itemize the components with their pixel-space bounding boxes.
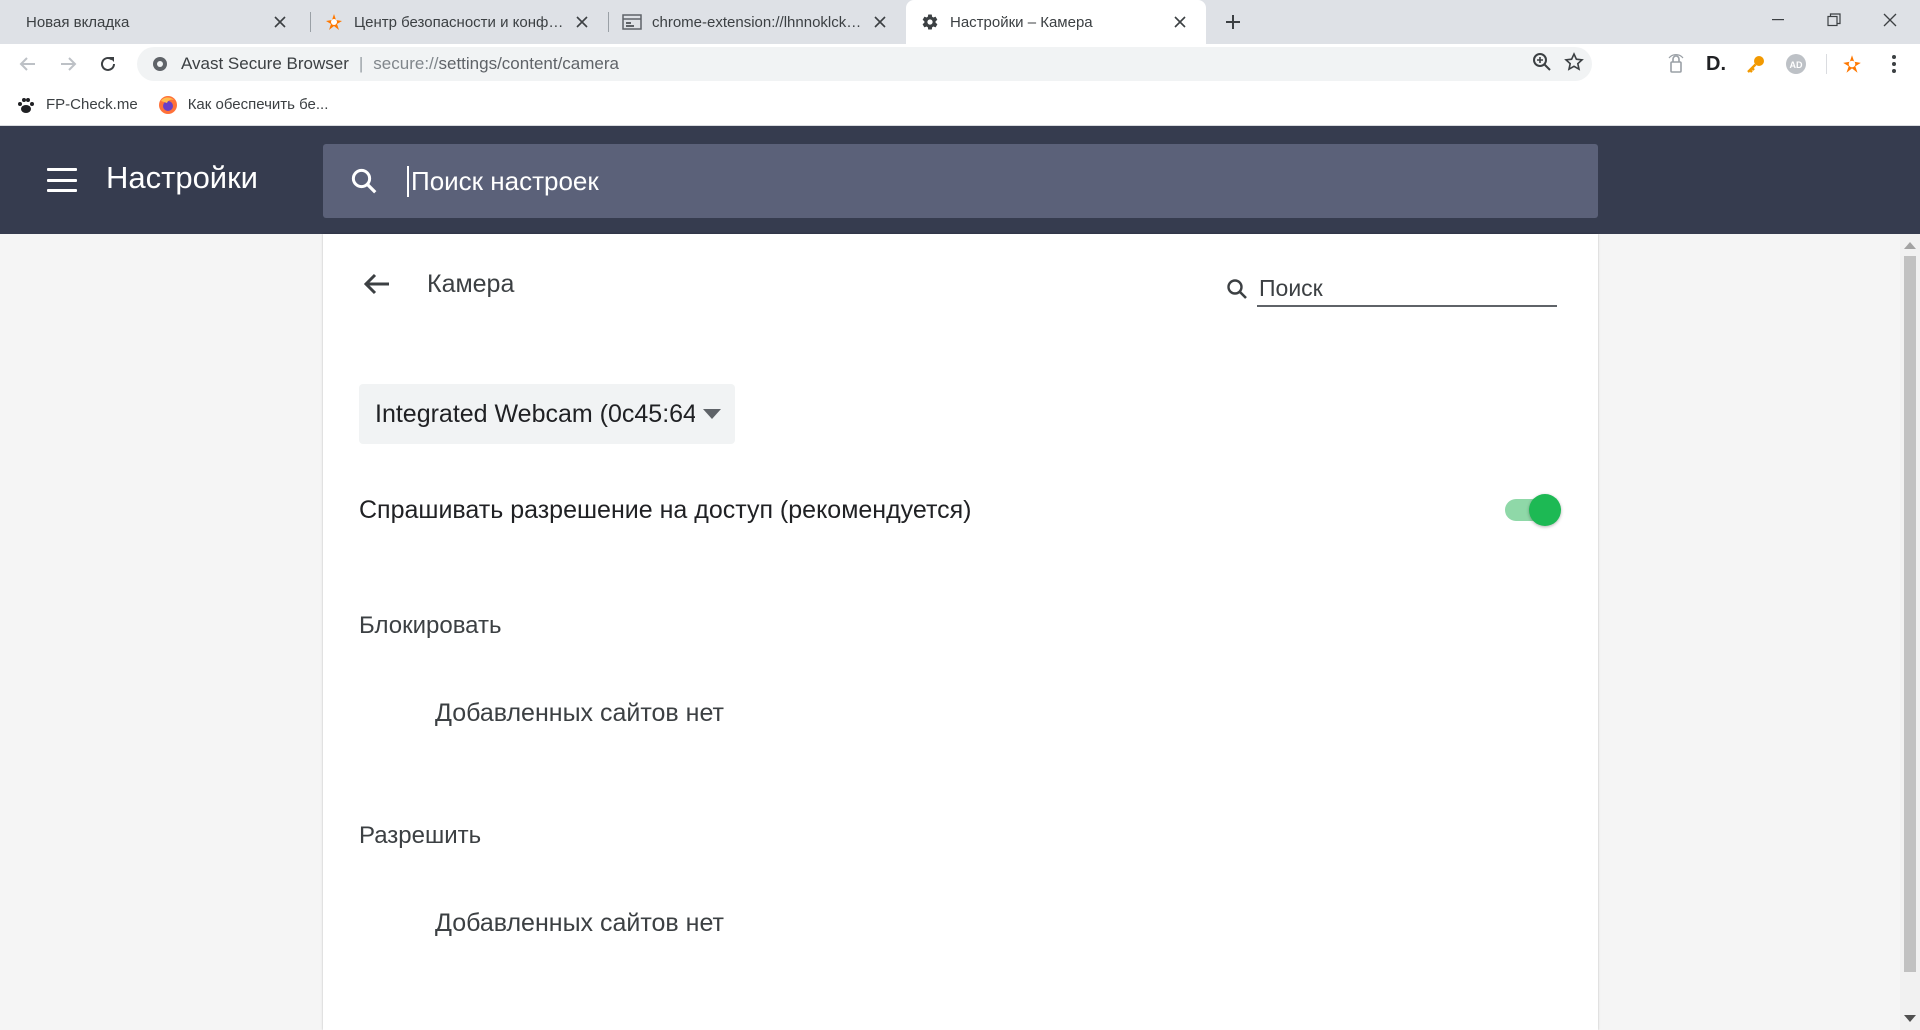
- arrow-left-icon: [19, 57, 35, 71]
- reload-button[interactable]: [92, 48, 124, 80]
- arrow-right-icon: [61, 57, 77, 71]
- ask-permission-label: Спрашивать разрешение на доступ (рекомен…: [359, 495, 972, 524]
- tab-new-tab[interactable]: Новая вкладка: [6, 0, 306, 44]
- close-icon: [1883, 13, 1897, 27]
- tab-security-center[interactable]: Центр безопасности и конфиденциальности: [312, 0, 608, 44]
- toolbar-divider: [1826, 54, 1827, 74]
- minimize-icon: [1772, 19, 1784, 21]
- restore-icon: [1827, 13, 1841, 27]
- bookmark-fp-check[interactable]: FP-Check.me: [16, 95, 138, 115]
- bookmark-label: Как обеспечить бе...: [187, 96, 329, 113]
- bookmark-label: FP-Check.me: [46, 96, 138, 113]
- ask-permission-row: Спрашивать разрешение на доступ (рекомен…: [359, 488, 1561, 532]
- tab-extension-page[interactable]: chrome-extension://lhnnoklckomcfdlknmjae…: [610, 0, 906, 44]
- page-title: Камера: [427, 270, 515, 298]
- arrow-left-icon: [363, 273, 389, 295]
- star-icon[interactable]: [1564, 51, 1584, 77]
- block-empty-message: Добавленных сайтов нет: [435, 699, 724, 727]
- firefox-icon: [158, 95, 177, 114]
- gear-icon: [920, 12, 940, 32]
- scroll-thumb[interactable]: [1904, 256, 1916, 972]
- camera-search-box[interactable]: [1223, 270, 1561, 308]
- close-icon[interactable]: [572, 12, 592, 32]
- url-scheme: secure://: [373, 54, 439, 73]
- tab-title: Новая вкладка: [26, 13, 130, 31]
- toggle-knob: [1529, 494, 1561, 526]
- forward-button[interactable]: [52, 48, 84, 80]
- address-bar[interactable]: Avast Secure Browser | secure:// setting…: [137, 47, 1592, 81]
- tab-strip: Новая вкладка Центр безопасности и конфи…: [0, 0, 1920, 44]
- svg-text:AD: AD: [1790, 60, 1803, 70]
- hamburger-menu-button[interactable]: [44, 163, 80, 197]
- selected-device: Integrated Webcam (0c45:64d0): [375, 399, 695, 428]
- scroll-down-arrow-icon[interactable]: [1904, 1015, 1916, 1022]
- scroll-up-arrow-icon[interactable]: [1904, 242, 1916, 249]
- close-icon[interactable]: [270, 12, 290, 32]
- browser-brand: Avast Secure Browser: [181, 54, 349, 73]
- adblock-extension-icon[interactable]: AD: [1782, 50, 1810, 78]
- restore-button[interactable]: [1806, 0, 1862, 40]
- reload-icon: [101, 56, 115, 71]
- kebab-menu-icon: [1892, 55, 1896, 73]
- close-window-button[interactable]: [1862, 0, 1918, 40]
- back-button[interactable]: [12, 48, 44, 80]
- menu-line: [47, 168, 77, 171]
- menu-line: [47, 178, 77, 182]
- plus-icon: [1226, 15, 1240, 29]
- url-path: settings/content/camera: [438, 54, 619, 73]
- tab-title: Центр безопасности и конфиденциальности: [354, 13, 564, 31]
- browser-toolbar: Avast Secure Browser | secure:// setting…: [0, 44, 1920, 84]
- tab-settings-camera[interactable]: Настройки – Камера: [906, 0, 1206, 44]
- settings-header: Настройки: [0, 126, 1920, 234]
- close-icon[interactable]: [1170, 12, 1190, 32]
- page-scrollbar[interactable]: [1900, 234, 1920, 1030]
- d-extension-icon[interactable]: D.: [1702, 50, 1730, 78]
- tab-title: chrome-extension://lhnnoklckomcfdlknmjae…: [652, 13, 862, 31]
- privacy-extension-icon[interactable]: [1662, 50, 1690, 78]
- allow-empty-message: Добавленных сайтов нет: [435, 909, 724, 937]
- tab-separator: [608, 12, 609, 32]
- back-arrow-button[interactable]: [357, 264, 397, 304]
- allow-section-title: Разрешить: [359, 822, 482, 849]
- dropdown-arrow-icon: [703, 409, 721, 419]
- key-extension-icon[interactable]: [1742, 50, 1770, 78]
- settings-search-input[interactable]: [407, 165, 1307, 197]
- settings-title: Настройки: [106, 160, 259, 195]
- zoom-icon[interactable]: [1532, 52, 1552, 77]
- bookmarks-bar: FP-Check.me Как обеспечить бе...: [0, 84, 1920, 126]
- bookmark-security-guide[interactable]: Как обеспечить бе...: [158, 95, 329, 115]
- new-tab-button[interactable]: [1217, 8, 1249, 36]
- block-section-title: Блокировать: [359, 612, 502, 639]
- ask-permission-toggle[interactable]: [1501, 492, 1561, 528]
- avast-extension-icon[interactable]: [1838, 50, 1866, 78]
- browser-menu-button[interactable]: [1880, 50, 1908, 78]
- tab-separator: [310, 12, 311, 32]
- extension-page-icon: [622, 12, 642, 32]
- menu-line: [47, 189, 77, 192]
- settings-search-box[interactable]: [323, 144, 1598, 218]
- minimize-button[interactable]: [1750, 0, 1806, 40]
- secure-browser-icon: [151, 55, 169, 73]
- paw-icon: [18, 97, 34, 113]
- search-icon: [1223, 275, 1251, 303]
- close-icon[interactable]: [870, 12, 890, 32]
- camera-settings-card: Камера Integrated Webcam (0c45:64d0) Спр…: [323, 234, 1598, 1030]
- camera-device-select[interactable]: Integrated Webcam (0c45:64d0): [359, 384, 735, 444]
- search-icon: [347, 164, 381, 198]
- camera-search-input[interactable]: [1257, 271, 1557, 307]
- avast-icon: [324, 12, 344, 32]
- url-separator: |: [358, 54, 364, 73]
- tab-title: Настройки – Камера: [950, 13, 1093, 31]
